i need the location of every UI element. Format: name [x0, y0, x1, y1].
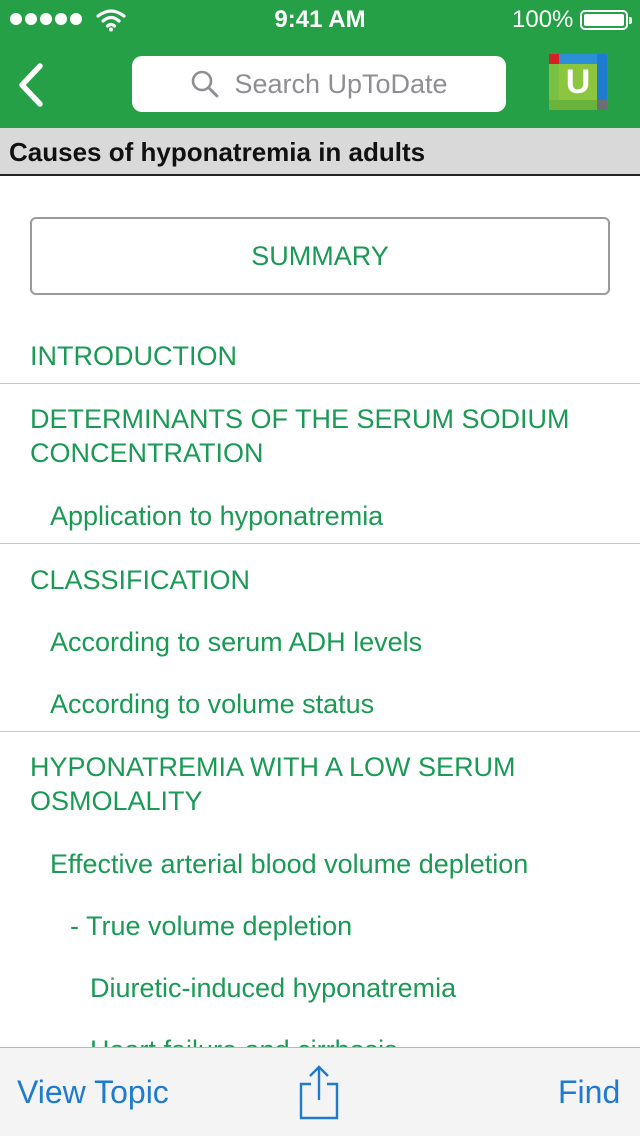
toc-item-label: HYPONATREMIA WITH A LOW SERUM [30, 752, 516, 782]
toc-item-volume-status[interactable]: According to volume status [50, 687, 374, 721]
logo-letter: U [566, 63, 591, 101]
search-placeholder: Search UpToDate [234, 68, 448, 99]
uptodate-logo[interactable]: U [549, 54, 607, 110]
toc-item-introduction[interactable]: INTRODUCTION [30, 339, 237, 373]
toc-item-label-continued: CONCENTRATION [30, 438, 264, 468]
toc-item-classification[interactable]: CLASSIFICATION [30, 563, 250, 597]
find-button[interactable]: Find [558, 1074, 620, 1111]
toc-item-true-volume-depletion[interactable]: - True volume depletion [70, 909, 352, 943]
share-icon[interactable] [296, 1064, 342, 1120]
toc-item-adh-levels[interactable]: According to serum ADH levels [50, 625, 422, 659]
topic-outline: SUMMARY INTRODUCTION DETERMINANTS OF THE… [0, 176, 640, 1047]
status-bar: 9:41 AM 100% [0, 0, 640, 40]
section-divider [0, 731, 640, 732]
battery-icon [580, 10, 632, 30]
toc-item-effective-arterial[interactable]: Effective arterial blood volume depletio… [50, 847, 528, 881]
toc-item-determinants[interactable]: DETERMINANTS OF THE SERUM SODIUM CONCENT… [30, 402, 570, 470]
back-button[interactable] [10, 60, 54, 110]
chevron-left-icon [19, 63, 43, 107]
nav-bar: Search UpToDate U [0, 40, 640, 128]
bottom-toolbar: View Topic Find [0, 1047, 640, 1136]
view-topic-button[interactable]: View Topic [17, 1074, 169, 1111]
toc-item-diuretic-induced[interactable]: Diuretic-induced hyponatremia [90, 971, 456, 1005]
toc-item-label-continued: OSMOLALITY [30, 786, 203, 816]
search-icon [192, 70, 219, 98]
battery-percent: 100% [512, 6, 574, 33]
toc-item-application[interactable]: Application to hyponatremia [50, 499, 383, 533]
toc-item-low-serum-osmolality[interactable]: HYPONATREMIA WITH A LOW SERUM OSMOLALITY [30, 750, 516, 818]
topic-title-bar: Causes of hyponatremia in adults [0, 128, 640, 176]
toc-item-label: DETERMINANTS OF THE SERUM SODIUM [30, 404, 570, 434]
page-title: Causes of hyponatremia in adults [9, 137, 426, 167]
section-divider [0, 383, 640, 384]
screen: 9:41 AM 100% Search UpToDate U Causes of… [0, 0, 640, 1136]
summary-button[interactable]: SUMMARY [30, 217, 610, 295]
search-input[interactable]: Search UpToDate [132, 56, 506, 112]
section-divider [0, 543, 640, 544]
toc-item-heart-failure-cirrhosis[interactable]: Heart failure and cirrhosis [90, 1033, 398, 1047]
